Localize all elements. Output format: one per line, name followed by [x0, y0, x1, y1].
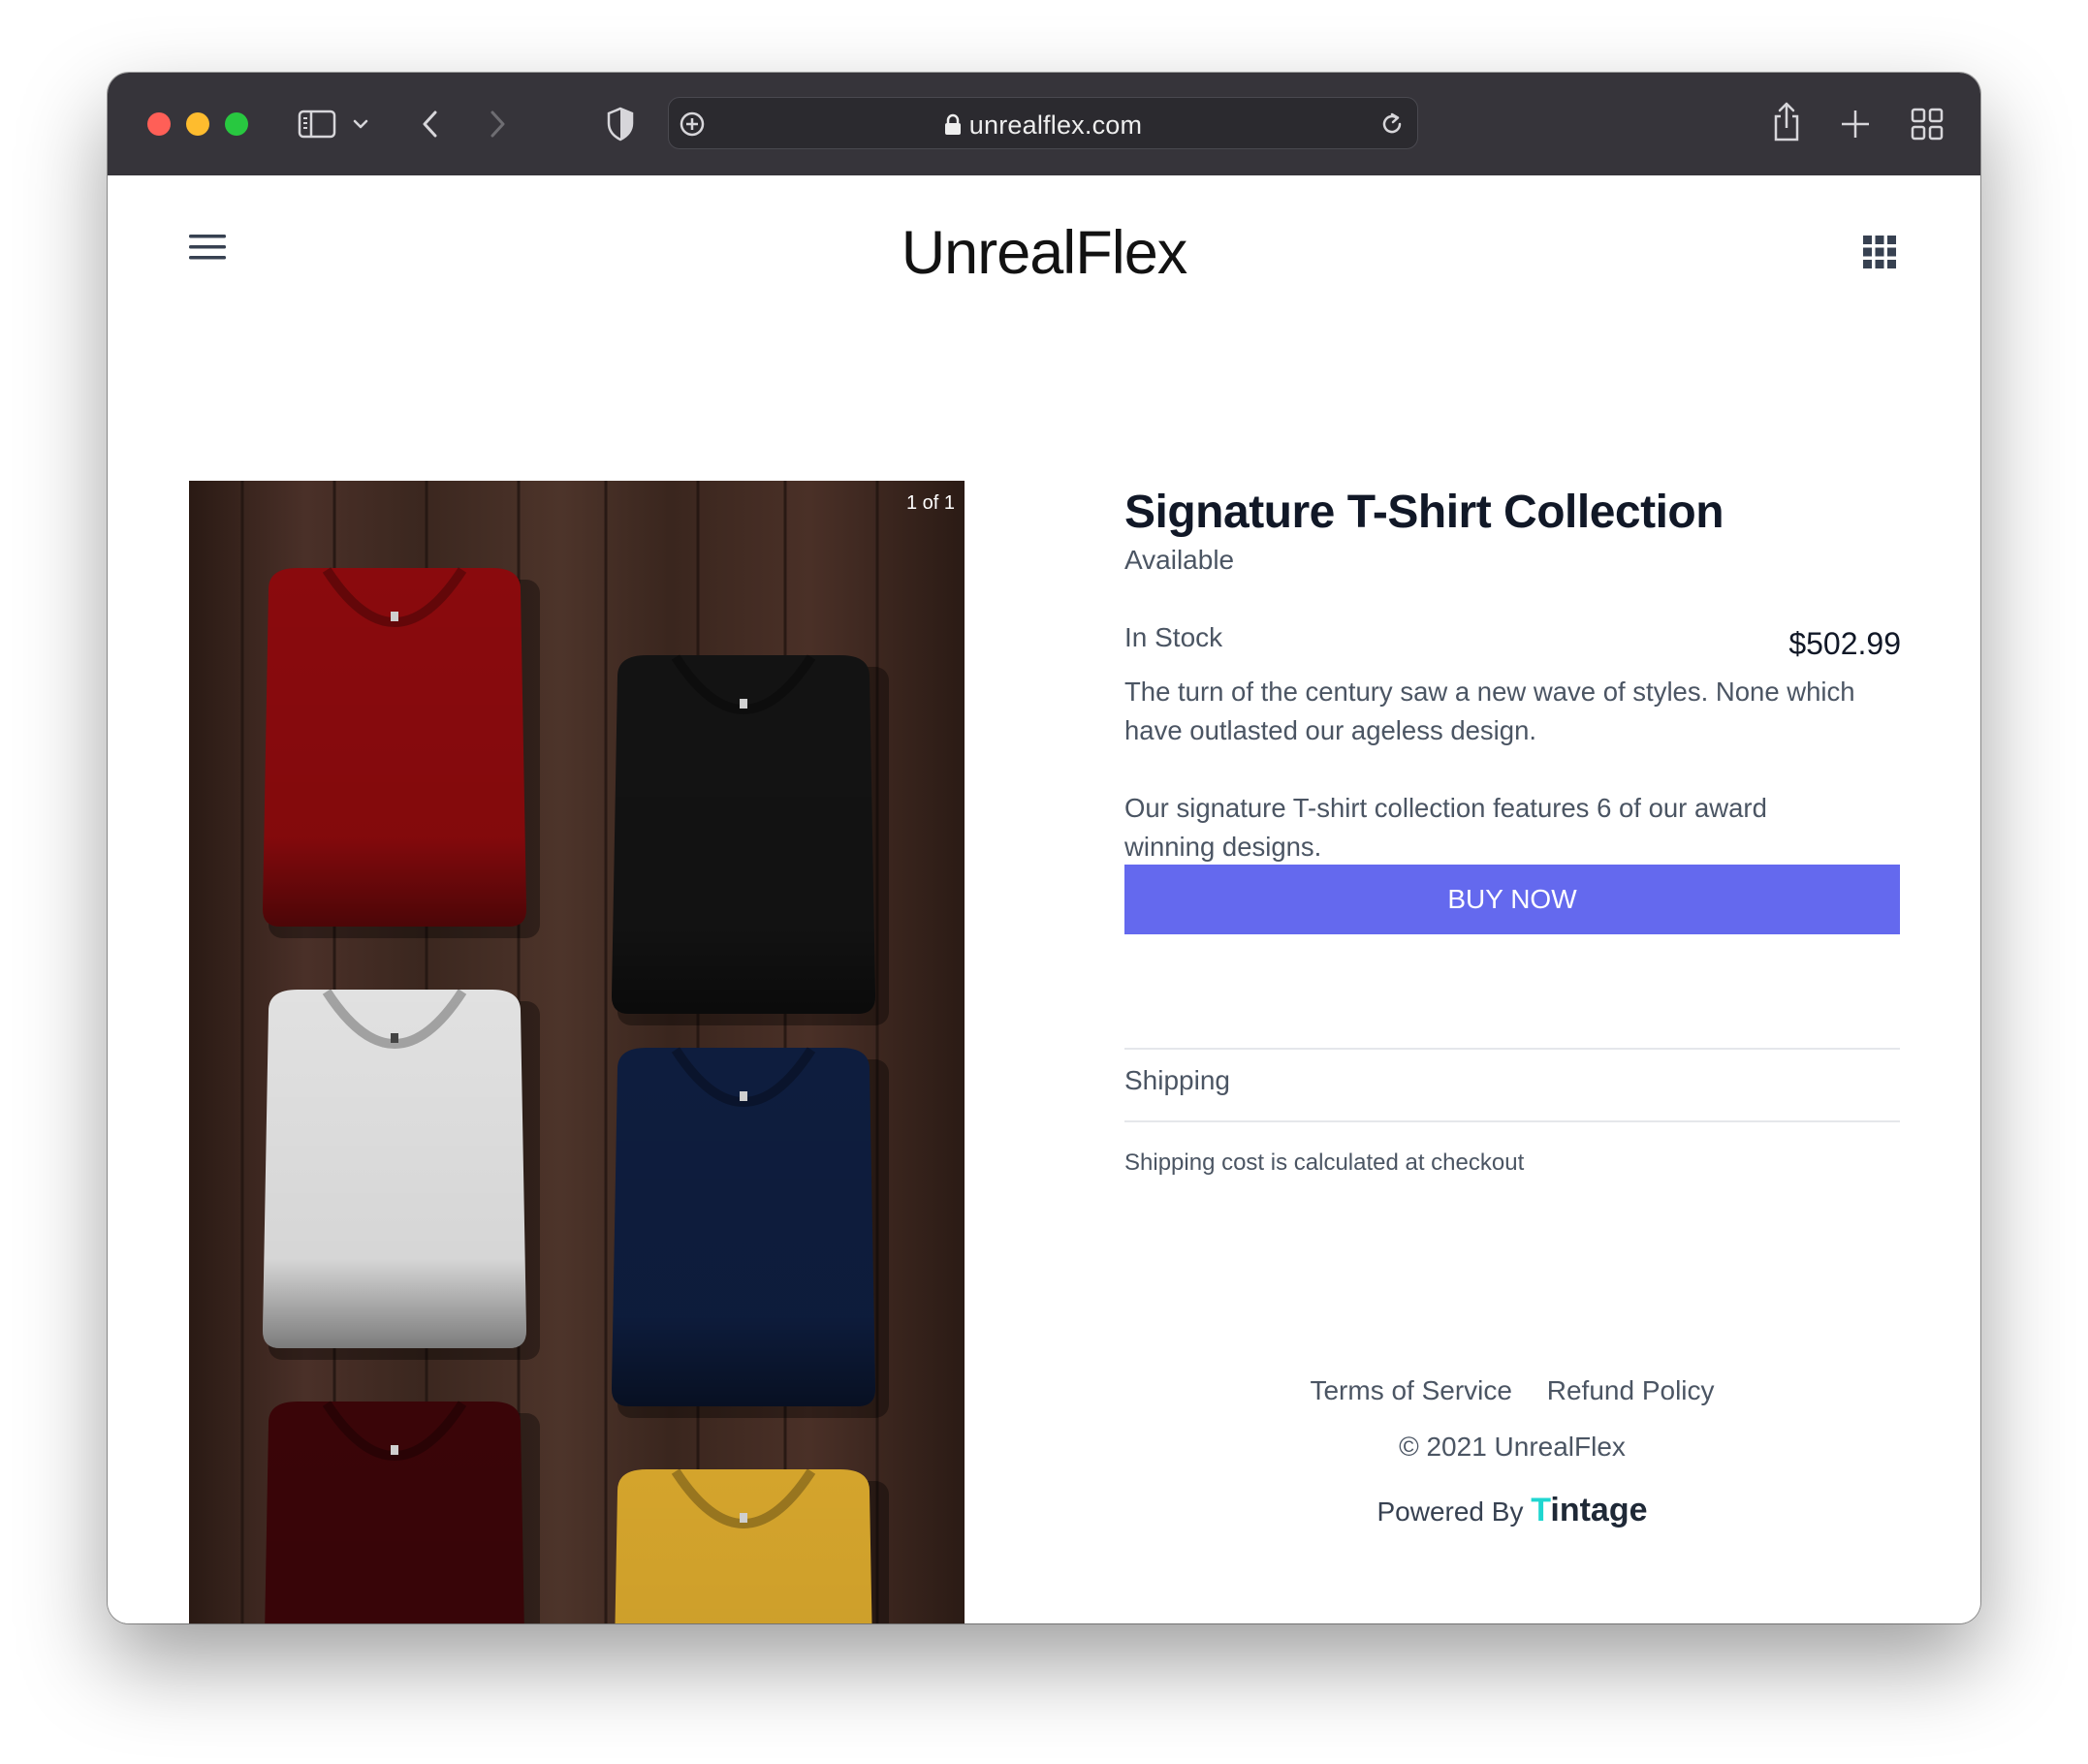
page-content: UnrealFlex 1 of 1 Signature T-Shirt Coll…: [108, 175, 1980, 1623]
footer-links: Terms of Service Refund Policy: [1124, 1375, 1900, 1406]
new-tab-icon[interactable]: [1840, 109, 1871, 140]
divider: [1124, 1048, 1900, 1050]
minimize-window-button[interactable]: [186, 112, 209, 136]
product-price: $502.99: [1788, 626, 1901, 661]
powered-by-label: Powered By: [1376, 1496, 1524, 1527]
url-text: unrealflex.com: [968, 110, 1143, 140]
reload-icon[interactable]: [1378, 110, 1406, 138]
image-counter: 1 of 1: [905, 492, 955, 514]
powered-by: Powered By Tintage: [1124, 1492, 1900, 1529]
back-icon[interactable]: [420, 109, 441, 140]
refund-policy-link[interactable]: Refund Policy: [1547, 1375, 1715, 1405]
browser-toolbar: unrealflex.com: [108, 73, 1980, 175]
sidebar-icon[interactable]: [298, 110, 336, 139]
shipping-accordion-header[interactable]: Shipping: [1124, 1065, 1230, 1096]
zoom-window-button[interactable]: [225, 112, 248, 136]
lock-icon: [944, 113, 961, 135]
folded-tshirt: [612, 1047, 889, 1418]
folded-tshirt: [612, 654, 889, 1025]
tab-overview-icon[interactable]: [1911, 108, 1944, 141]
product-image[interactable]: 1 of 1: [189, 481, 965, 1623]
brand-logo[interactable]: UnrealFlex: [108, 218, 1980, 288]
stock-status: In Stock: [1124, 622, 1223, 652]
share-icon[interactable]: [1770, 101, 1803, 143]
product-title: Signature T-Shirt Collection: [1124, 487, 1724, 538]
forward-icon[interactable]: [487, 109, 508, 140]
grid-icon[interactable]: [1863, 236, 1896, 268]
buy-now-button[interactable]: BUY NOW: [1124, 865, 1900, 934]
shield-icon[interactable]: [606, 107, 635, 142]
description-paragraph: The turn of the century saw a new wave o…: [1124, 677, 1855, 745]
terms-of-service-link[interactable]: Terms of Service: [1310, 1375, 1512, 1405]
divider: [1124, 1120, 1900, 1122]
tintage-logo[interactable]: Tintage: [1531, 1492, 1647, 1528]
folded-tshirt: [265, 1401, 540, 1623]
browser-window: unrealflex.com UnrealFlex 1 of 1 Signatu…: [108, 73, 1980, 1623]
folded-tshirt: [615, 1468, 889, 1623]
close-window-button[interactable]: [147, 112, 171, 136]
address-bar[interactable]: unrealflex.com: [668, 97, 1418, 149]
url-display: unrealflex.com: [669, 110, 1417, 141]
availability-text: Available: [1124, 545, 1235, 575]
folded-tshirt: [263, 989, 540, 1360]
shipping-info: Shipping cost is calculated at checkout: [1124, 1150, 1525, 1176]
tshirts-photo: [189, 481, 965, 1623]
tintage-logo-rest: intage: [1550, 1492, 1648, 1528]
tintage-logo-initial: T: [1531, 1492, 1551, 1528]
copyright: © 2021 UnrealFlex: [1399, 1432, 1626, 1462]
description-paragraph: Our signature T-shirt collection feature…: [1124, 793, 1767, 862]
chevron-down-icon[interactable]: [352, 116, 369, 132]
folded-tshirt: [263, 567, 540, 938]
